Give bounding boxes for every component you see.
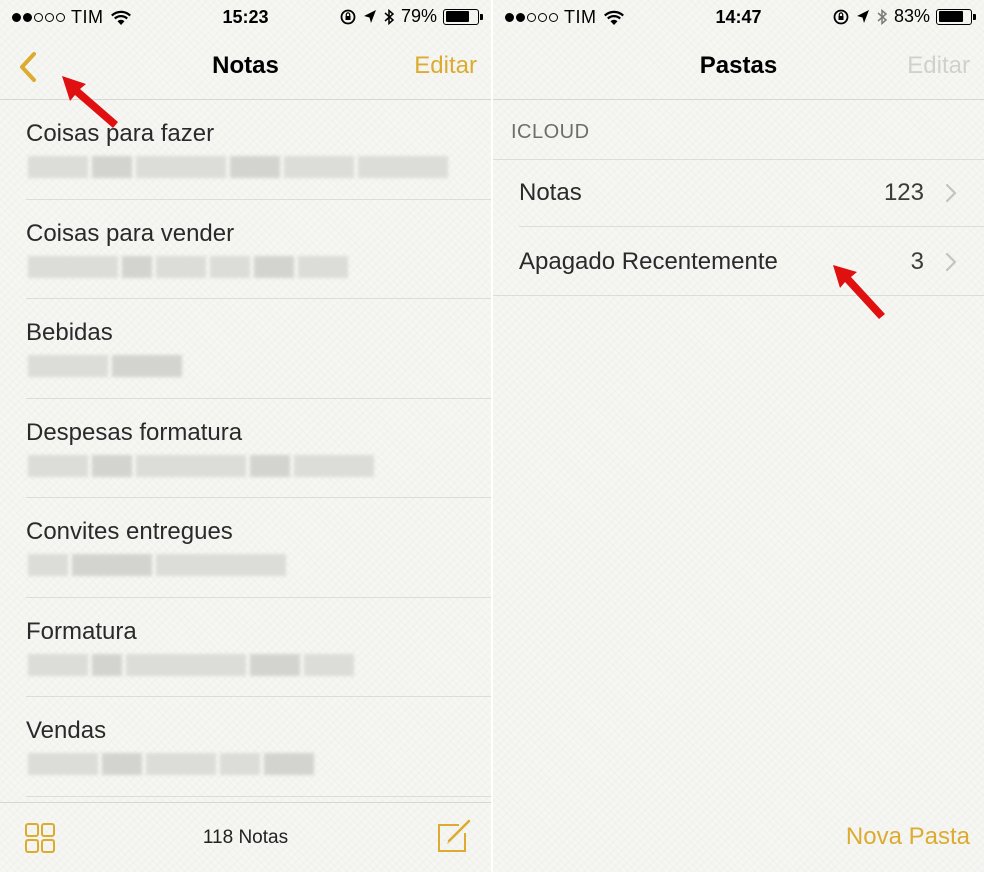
location-arrow-icon <box>856 9 869 23</box>
note-item[interactable]: Vendas <box>0 697 491 797</box>
note-title: Bebidas <box>26 319 113 346</box>
status-right: 79% <box>339 6 483 27</box>
note-preview-blurred <box>28 753 314 775</box>
folder-row-notas[interactable]: Notas 123 <box>493 159 984 227</box>
chevron-right-icon <box>945 252 957 272</box>
location-arrow-icon <box>363 9 376 23</box>
status-bar: TIM 15:23 79% <box>0 0 491 34</box>
navigation-bar: Pastas Editar <box>493 34 984 100</box>
note-item[interactable]: Bebidas <box>0 299 491 399</box>
folder-count: 3 <box>910 248 924 275</box>
note-preview-blurred <box>28 454 374 477</box>
battery-fill <box>445 11 470 22</box>
battery-percent: 79% <box>400 6 437 26</box>
status-bar: TIM 14:47 83% <box>493 0 984 34</box>
note-title: Vendas <box>26 717 107 744</box>
battery-percent: 83% <box>893 6 930 26</box>
note-item[interactable]: Convites entregues <box>0 498 491 598</box>
notes-count: 118 Notas <box>202 827 289 848</box>
note-item[interactable]: Despesas formatura <box>0 399 491 498</box>
folder-count: 123 <box>883 179 924 206</box>
folder-name: Apagado Recentemente <box>519 248 778 275</box>
note-title: Formatura <box>26 617 137 645</box>
status-right: 83% <box>832 6 976 27</box>
note-title: Coisas para vender <box>26 219 235 247</box>
rotation-lock-icon <box>833 9 849 24</box>
battery-fill <box>938 11 964 22</box>
edit-button[interactable]: Editar <box>414 52 477 80</box>
note-item[interactable]: Formatura <box>0 598 491 697</box>
annotation-arrow-left <box>62 76 118 128</box>
compose-icon[interactable] <box>435 817 473 855</box>
bottom-toolbar: Nova Pasta <box>493 802 984 872</box>
battery-icon <box>443 8 483 25</box>
notes-list-screen: TIM 15:23 79% Notas Editar Coisas para f… <box>0 0 491 872</box>
note-preview-blurred <box>28 156 448 178</box>
folder-name: Notas <box>519 179 582 206</box>
rotation-lock-icon <box>340 9 356 24</box>
bluetooth-icon <box>877 8 888 25</box>
note-preview-blurred <box>28 653 354 676</box>
annotation-arrow-right <box>833 265 885 319</box>
new-folder-button[interactable]: Nova Pasta <box>846 823 970 851</box>
note-preview-blurred <box>28 554 286 576</box>
note-preview-blurred <box>28 355 182 377</box>
note-title: Convites entregues <box>26 518 233 545</box>
folders-screen: TIM 14:47 83% Pastas Editar ICLOUD Notas… <box>493 0 984 872</box>
bluetooth-icon <box>384 8 395 25</box>
section-header-icloud: ICLOUD <box>511 121 590 143</box>
note-title: Despesas formatura <box>26 418 243 446</box>
edit-button[interactable]: Editar <box>907 52 970 80</box>
note-item[interactable]: Coisas para vender <box>0 200 491 299</box>
chevron-right-icon <box>945 183 957 203</box>
note-preview-blurred <box>28 255 352 278</box>
bottom-toolbar: 118 Notas <box>0 802 491 872</box>
battery-icon <box>936 8 976 25</box>
folder-row-apagado-recentemente[interactable]: Apagado Recentemente 3 <box>493 228 984 296</box>
